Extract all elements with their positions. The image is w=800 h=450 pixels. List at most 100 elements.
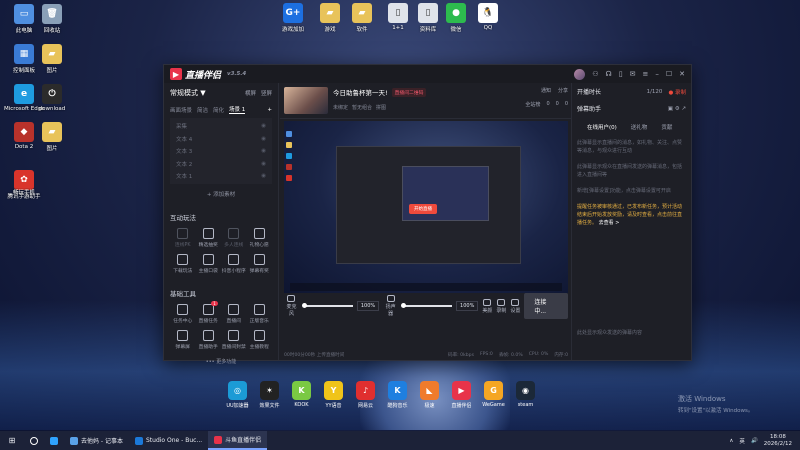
tab-online-users[interactable]: 在线用户(0) <box>587 123 617 131</box>
dock-app[interactable]: ✶ 效果文件 <box>256 381 283 409</box>
input-method-icon[interactable]: 英 <box>739 437 745 445</box>
menu-icon[interactable]: ≡ <box>642 70 648 78</box>
tab-scene-list[interactable]: 画面场景 <box>170 106 192 114</box>
tool-button[interactable]: 礼物心愿 <box>247 228 273 248</box>
tab-contribution[interactable]: 贡献 <box>661 123 672 131</box>
desktop-icon[interactable]: ⏻ download <box>32 84 72 112</box>
add-scene-icon[interactable]: + <box>267 107 272 113</box>
tool-button[interactable]: 主播口袋 <box>196 254 222 274</box>
dock-app[interactable]: G WeGame <box>480 381 507 409</box>
tool-button[interactable]: 弹幕有奖 <box>247 254 273 274</box>
clock[interactable]: 18:08 2026/2/12 <box>764 434 792 448</box>
eye-icon[interactable]: ◉ <box>261 173 266 179</box>
mobile-icon[interactable]: ▯ <box>619 70 623 78</box>
taskbar-item[interactable]: 斗鱼直播伴侣 <box>208 431 268 450</box>
source-item[interactable]: 文本 4 ◉ <box>170 133 272 146</box>
speaker-percent[interactable]: 100% <box>456 301 479 311</box>
eye-icon[interactable]: ◉ <box>261 161 266 167</box>
landscape-option[interactable]: 横屏 <box>245 89 256 97</box>
headset-icon[interactable]: ☊ <box>606 70 612 78</box>
tool-button[interactable]: 弹幕屏 <box>170 330 196 350</box>
stream-title[interactable]: 今日助鲁杯第一天! <box>333 87 388 97</box>
mic-percent[interactable]: 100% <box>356 301 380 311</box>
tool-button[interactable]: 连线PK <box>170 228 196 248</box>
tool-button[interactable]: 1 直播任务 <box>196 301 222 324</box>
source-item[interactable]: 文本 2 ◉ <box>170 158 272 171</box>
eye-icon[interactable]: ◉ <box>261 136 266 142</box>
dock-app[interactable]: ♪ 网易云 <box>352 381 379 409</box>
settings-button[interactable]: 设置 <box>510 298 520 314</box>
tool-button[interactable]: 直播间封禁 <box>221 330 247 350</box>
tool-button[interactable]: 多人连线 <box>221 228 247 248</box>
mode-select[interactable]: 常规模式 ▼ <box>170 88 206 98</box>
mic-control[interactable]: 麦克风 <box>284 295 299 317</box>
tool-button[interactable]: 精选抽奖 <box>196 228 222 248</box>
go-live-button[interactable]: 连接中... <box>524 293 569 319</box>
taskbar-item[interactable] <box>24 431 44 450</box>
source-item[interactable]: 文本 3 ◉ <box>170 145 272 158</box>
speaker-slider[interactable] <box>401 303 453 308</box>
stream-cover[interactable] <box>284 87 328 114</box>
desktop-icon[interactable]: ▰ 图片 <box>32 44 72 74</box>
highlight-link[interactable]: 去查看 > <box>599 220 620 226</box>
minimize-button[interactable]: – <box>655 70 659 78</box>
tray-expand-icon[interactable]: ∧ <box>729 438 733 444</box>
share-button[interactable]: 分享 <box>558 87 568 94</box>
status-cpu: CPU: 0% <box>528 352 549 357</box>
record-button[interactable]: 录制 <box>496 298 506 314</box>
tool-button[interactable]: 主播教程 <box>247 330 273 350</box>
avatar[interactable] <box>574 68 586 80</box>
tool-button[interactable]: 任务中心 <box>170 304 196 324</box>
start-button[interactable]: ⊞ <box>0 436 24 445</box>
desktop-icon-glyph: ▰ <box>352 3 372 23</box>
portrait-option[interactable]: 竖屏 <box>261 89 272 97</box>
tab-gifts[interactable]: 送礼物 <box>631 123 648 131</box>
desktop-icon[interactable]: 🐧 QQ <box>468 3 508 31</box>
dock-app[interactable]: K 酷狗音乐 <box>384 381 411 409</box>
record-status[interactable]: ● 录制 <box>668 88 686 96</box>
close-button[interactable]: ✕ <box>679 70 685 78</box>
dock-app[interactable]: ◎ UU加速器 <box>224 381 251 409</box>
notify-button[interactable]: 通知 <box>541 87 551 94</box>
dock-app[interactable]: ◣ 极速 <box>416 381 443 409</box>
taskbar-item[interactable] <box>44 431 64 450</box>
maximize-button[interactable]: ☐ <box>666 70 672 78</box>
tab-scene-1[interactable]: 场景 1 <box>229 105 246 114</box>
dock-app[interactable]: ▶ 直播伴侣 <box>448 381 475 409</box>
tab-simple[interactable]: 简洁 <box>197 106 208 114</box>
eye-icon[interactable]: ◉ <box>261 123 266 129</box>
more-features-button[interactable]: ••• 更多功能 <box>170 358 272 365</box>
app-icon: K <box>388 381 407 400</box>
desktop-icon[interactable]: ▰ 软件 <box>342 3 382 33</box>
desktop-icon[interactable]: ▰ 图片 <box>32 122 72 152</box>
tool-button[interactable]: 正版音乐 <box>247 304 273 324</box>
eye-icon[interactable]: ◉ <box>261 148 266 154</box>
mic-slider[interactable] <box>301 303 353 308</box>
tool-button[interactable]: 抖音小程序 <box>221 254 247 274</box>
volume-icon[interactable]: 🔊 <box>751 438 758 444</box>
dock-app[interactable]: K KOOK <box>288 381 315 409</box>
dock-app[interactable]: Y YY语音 <box>320 381 347 409</box>
beauty-button[interactable]: 美颜 <box>482 298 492 314</box>
source-item[interactable]: 文本 1 ◉ <box>170 170 272 183</box>
add-source-button[interactable]: + 添加素材 <box>170 190 272 198</box>
tool-button[interactable]: 直播助手 <box>196 330 222 350</box>
desktop-icon[interactable]: 畅玩手机 <box>4 188 44 196</box>
dock-app-label: 极速 <box>424 403 435 409</box>
taskbar-item[interactable]: 去他妈 - 记事本 <box>64 431 129 450</box>
speaker-control[interactable]: 扬声器 <box>383 295 398 317</box>
mail-icon[interactable]: ✉ <box>630 70 636 78</box>
shirt-icon[interactable]: ⚇ <box>592 70 598 78</box>
dock-app[interactable]: ◉ steam <box>512 381 539 409</box>
desktop-icon[interactable]: 🗑 回收站 <box>32 4 72 34</box>
tool-button[interactable]: 下载玩法 <box>170 254 196 274</box>
tab-simplified[interactable]: 简化 <box>213 106 224 114</box>
taskbar-item[interactable]: Studio One - Buc... <box>129 431 208 450</box>
assistant-tools-icon[interactable]: ▣ ⚙ ↗ <box>668 106 686 112</box>
source-item[interactable]: 采集 ◉ <box>170 120 272 133</box>
people-icon <box>228 228 240 239</box>
stream-preview[interactable]: 开始直播 <box>284 121 568 293</box>
desktop-icon[interactable]: G+ 游戏加加 <box>273 3 313 33</box>
qr-tag[interactable]: 直播间二维码 <box>391 87 427 97</box>
tool-button[interactable]: 直播间 <box>221 304 247 324</box>
